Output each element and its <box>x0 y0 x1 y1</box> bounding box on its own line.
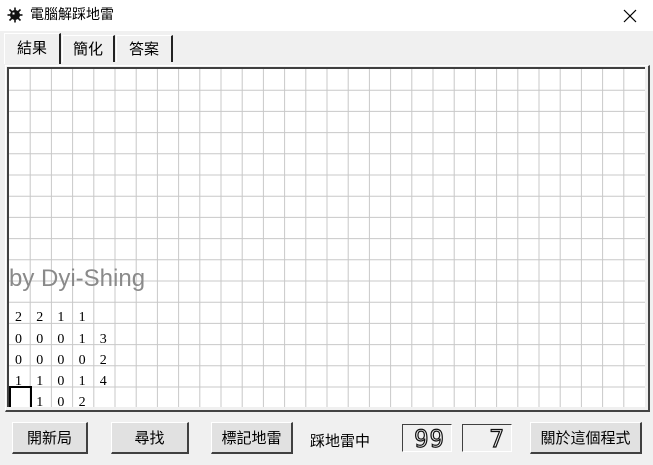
board-cell[interactable]: 3 <box>93 329 114 350</box>
board-cell[interactable]: 0 <box>9 350 29 371</box>
mark-mines-button[interactable]: 標記地雷 <box>211 422 293 454</box>
tab-simplify[interactable]: 簡化 <box>62 35 115 62</box>
new-game-button[interactable]: 開新局 <box>12 422 88 454</box>
tab-result[interactable]: 結果 <box>4 33 61 64</box>
board-cell[interactable]: 2 <box>9 307 29 328</box>
board-cell[interactable]: 2 <box>93 350 114 371</box>
tab-simplify-label: 簡化 <box>72 40 103 58</box>
close-button[interactable] <box>607 0 653 31</box>
board-cell[interactable]: 0 <box>29 350 50 371</box>
mine-counter: 99 <box>402 424 452 453</box>
board-cell[interactable]: 1 <box>50 307 71 328</box>
board-cell[interactable]: 1 <box>72 329 93 350</box>
title-bar: 電腦解踩地雷 <box>0 0 653 31</box>
board-cell[interactable]: 0 <box>29 329 50 350</box>
tab-result-label: 結果 <box>16 39 47 57</box>
board-cell[interactable]: 0 <box>50 329 71 350</box>
tab-answer[interactable]: 答案 <box>116 35 173 62</box>
board-cell[interactable]: 0 <box>50 392 71 407</box>
second-counter: 7 <box>462 424 512 453</box>
author-watermark: by Dyi-Shing <box>9 265 146 292</box>
second-counter-value: 7 <box>489 425 505 453</box>
board-cell[interactable]: 2 <box>29 307 50 328</box>
selected-cell[interactable] <box>9 386 32 407</box>
board-cell[interactable] <box>93 307 114 328</box>
board-cell[interactable]: 0 <box>9 329 29 350</box>
mine-counter-value: 99 <box>413 425 445 453</box>
about-button[interactable]: 關於這個程式 <box>530 422 642 454</box>
game-status: 踩地雷中 <box>310 432 371 450</box>
board-cell[interactable]: 1 <box>72 307 93 328</box>
board-cell[interactable]: 2 <box>72 392 93 407</box>
mine-icon <box>7 7 23 23</box>
board-cell[interactable] <box>93 392 114 407</box>
close-icon <box>623 9 637 22</box>
board-cell[interactable]: 1 <box>72 371 93 392</box>
tab-answer-label: 答案 <box>128 40 159 58</box>
window-title: 電腦解踩地雷 <box>30 7 114 23</box>
board-cell[interactable]: 0 <box>50 350 71 371</box>
board-cell[interactable]: 0 <box>72 350 93 371</box>
find-button[interactable]: 尋找 <box>111 422 189 454</box>
board-cell[interactable]: 1 <box>29 392 50 407</box>
board-cell[interactable]: 4 <box>93 371 114 392</box>
minefield-board[interactable]: 221100013000021101410211030002 by Dyi-Sh… <box>7 67 645 407</box>
board-cell[interactable]: 1 <box>29 371 50 392</box>
board-cell[interactable]: 0 <box>50 371 71 392</box>
